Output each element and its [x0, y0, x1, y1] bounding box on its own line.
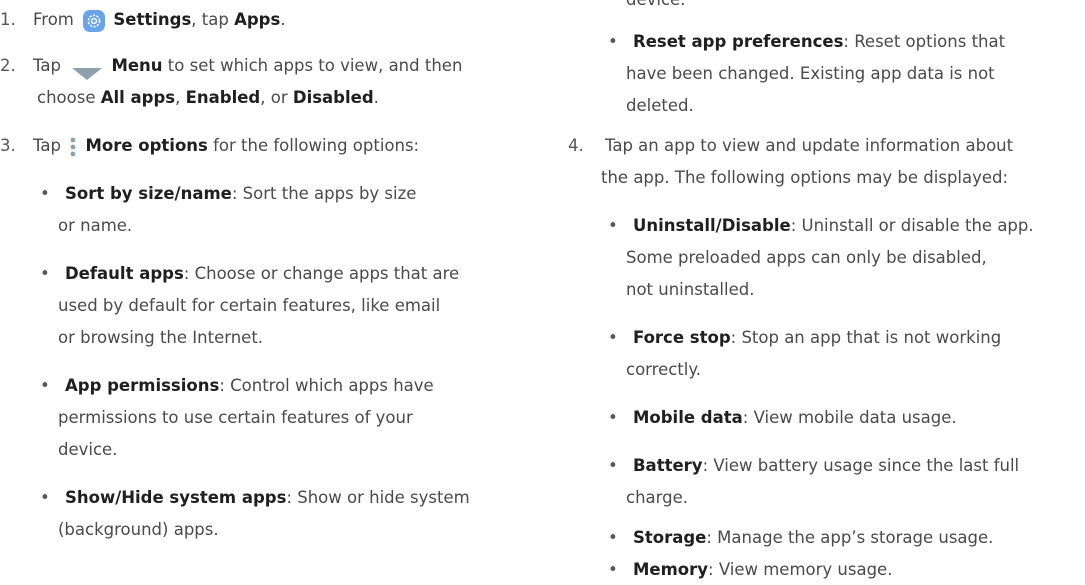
bullet-term: Show/Hide system apps	[64, 488, 287, 507]
bullet-text-line: Some preloaded apps can only be disabled…	[626, 248, 987, 267]
bullet-text: : Control which apps have	[219, 376, 434, 395]
step-3: 3. Tap More options for the following op…	[0, 130, 419, 161]
bullet-text-line: charge.	[626, 488, 689, 507]
bullet-term: Uninstall/Disable	[632, 216, 791, 235]
disabled-label: Disabled	[292, 88, 374, 107]
bullet-term: Reset app preferences	[632, 32, 844, 51]
bullet-dot: •	[40, 488, 50, 507]
menu-label: Menu	[111, 56, 163, 75]
bullet-term: Default apps	[64, 264, 184, 283]
bullet-sort: • Sort by size/name: Sort the apps by si…	[40, 178, 416, 209]
bullet-text: : View battery usage since the last full	[702, 456, 1020, 475]
bullet-text: : Sort the apps by size	[231, 184, 417, 203]
bullet-dot: •	[608, 408, 618, 427]
bullet-default-apps: • Default apps: Choose or change apps th…	[40, 258, 459, 289]
bullet-system-apps: • Show/Hide system apps: Show or hide sy…	[40, 482, 470, 513]
bullet-dot: •	[608, 560, 618, 579]
bullet-text-line: deleted.	[626, 96, 694, 115]
step-2-line-2: choose All apps, Enabled, or Disabled.	[37, 82, 379, 113]
bullet-storage: • Storage: Manage the app’s storage usag…	[608, 522, 993, 553]
bullet-reset-preferences: • Reset app preferences: Reset options t…	[608, 26, 1005, 57]
settings-label: Settings	[113, 10, 192, 29]
bullet-text-line: or browsing the Internet.	[58, 328, 264, 347]
bullet-mobile-data: • Mobile data: View mobile data usage.	[608, 402, 957, 433]
bullet-dot: •	[40, 184, 50, 203]
bullet-text-fragment: device.	[626, 0, 685, 15]
bullet-text: : Stop an app that is not working	[730, 328, 1002, 347]
step-4: 4. Tap an app to view and update informa…	[568, 130, 1013, 161]
bullet-battery: • Battery: View battery usage since the …	[608, 450, 1019, 481]
step-text-post: to set which apps to view, and then	[167, 56, 463, 75]
step-1: 1. From Settings, tap Apps.	[0, 4, 286, 35]
step-text-post: for the following options:	[213, 136, 420, 155]
text: , or	[260, 88, 288, 107]
all-apps-label: All apps	[100, 88, 176, 107]
bullet-text-line: or name.	[58, 216, 133, 235]
bullet-dot: •	[608, 528, 618, 547]
bullet-text-line: correctly.	[626, 360, 702, 379]
text: .	[373, 88, 379, 107]
bullet-app-permissions: • App permissions: Control which apps ha…	[40, 370, 434, 401]
bullet-text: : Uninstall or disable the app.	[790, 216, 1034, 235]
bullet-text-line: have been changed. Existing app data is …	[626, 64, 995, 83]
text: ,	[175, 88, 181, 107]
bullet-text-line: permissions to use certain features of y…	[58, 408, 413, 427]
bullet-dot: •	[608, 328, 618, 347]
bullet-text: : Show or hide system	[286, 488, 470, 507]
bullet-text-line: not uninstalled.	[626, 280, 755, 299]
bullet-text: : Choose or change apps that are	[183, 264, 460, 283]
bullet-term: Force stop	[632, 328, 731, 347]
settings-gear-icon	[83, 9, 106, 32]
step-text-mid: , tap	[191, 10, 229, 29]
bullet-term: Sort by size/name	[64, 184, 232, 203]
more-options-label: More options	[85, 136, 208, 155]
bullet-text: : Manage the app’s storage usage.	[706, 528, 994, 547]
step-text-post: .	[280, 10, 286, 29]
text: choose	[37, 88, 96, 107]
bullet-dot: •	[608, 216, 618, 235]
menu-triangle-icon	[70, 60, 104, 80]
bullet-text: : View memory usage.	[708, 560, 893, 579]
bullet-dot: •	[40, 264, 50, 283]
bullet-term: Memory	[632, 560, 709, 579]
enabled-label: Enabled	[185, 88, 261, 107]
step-2: 2. Tap Menu to set which apps to view, a…	[0, 50, 462, 81]
bullet-uninstall: • Uninstall/Disable: Uninstall or disabl…	[608, 210, 1034, 241]
step-number: 4.	[568, 136, 584, 155]
bullet-text-line: used by default for certain features, li…	[58, 296, 441, 315]
step-text: Tap an app to view and update informatio…	[605, 136, 1014, 155]
step-text-pre: Tap	[33, 136, 61, 155]
step-number: 2.	[0, 56, 16, 75]
step-text-pre: From	[33, 10, 74, 29]
bullet-text-line: device.	[58, 440, 118, 459]
bullet-text: : View mobile data usage.	[742, 408, 957, 427]
bullet-dot: •	[608, 32, 618, 51]
bullet-term: Mobile data	[632, 408, 743, 427]
bullet-term: Storage	[632, 528, 707, 547]
more-options-icon	[68, 136, 78, 158]
step-number: 1.	[0, 10, 16, 29]
step-number: 3.	[0, 136, 16, 155]
bullet-dot: •	[608, 456, 618, 475]
step-text-pre: Tap	[33, 56, 61, 75]
step-text-line: the app. The following options may be di…	[601, 168, 1009, 187]
apps-label: Apps	[234, 10, 281, 29]
bullet-memory: • Memory: View memory usage.	[608, 554, 892, 585]
bullet-term: Battery	[632, 456, 703, 475]
bullet-term: App permissions	[64, 376, 220, 395]
bullet-text: : Reset options that	[843, 32, 1006, 51]
bullet-force-stop: • Force stop: Stop an app that is not wo…	[608, 322, 1001, 353]
bullet-text-line: (background) apps.	[58, 520, 219, 539]
bullet-dot: •	[40, 376, 50, 395]
